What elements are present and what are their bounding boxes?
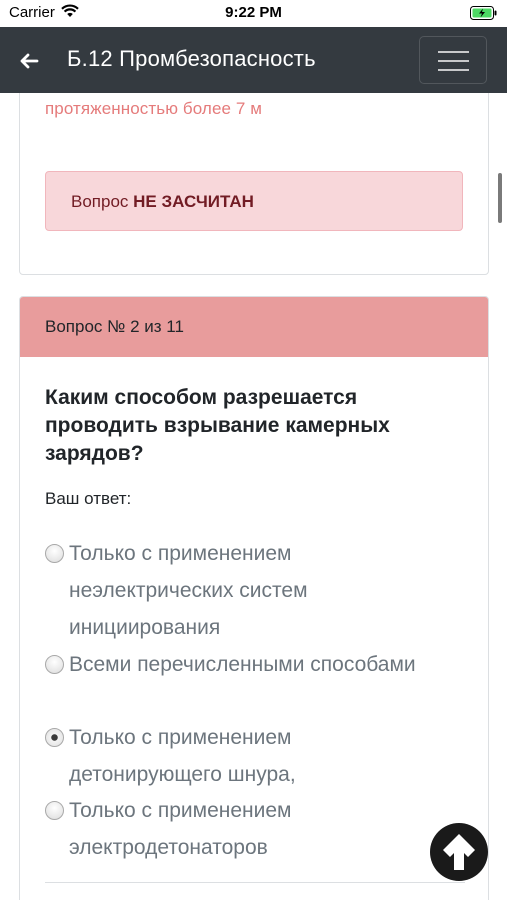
page-title: Б.12 Промбезопасность bbox=[67, 46, 316, 71]
divider bbox=[45, 882, 465, 883]
previous-answer-text: протяженностью более 7 м bbox=[45, 99, 263, 118]
result-alert: Вопрос НЕ ЗАСЧИТАН bbox=[45, 171, 463, 231]
radio-button[interactable] bbox=[45, 655, 64, 674]
radio-button[interactable] bbox=[45, 544, 64, 563]
scroll-to-top-button[interactable] bbox=[430, 823, 488, 881]
back-button[interactable] bbox=[14, 46, 44, 76]
question-card: Вопрос № 2 из 11 Каким способом разрешае… bbox=[19, 296, 489, 900]
previous-question-card: протяженностью более 7 м Вопрос НЕ ЗАСЧИ… bbox=[19, 93, 489, 275]
result-alert-text: Вопрос НЕ ЗАСЧИТАН bbox=[71, 192, 254, 211]
answer-option-label: Только с применением электродетонаторов bbox=[69, 799, 292, 859]
radio-button-selected[interactable] bbox=[45, 728, 64, 747]
clock: 9:22 PM bbox=[225, 4, 282, 21]
content-scroll[interactable]: протяженностью более 7 м Вопрос НЕ ЗАСЧИ… bbox=[0, 93, 507, 900]
question-text: Каким способом разрешается проводить взр… bbox=[45, 386, 390, 465]
scrollbar[interactable] bbox=[498, 173, 502, 223]
battery-charging-icon bbox=[470, 6, 498, 25]
your-answer-label: Ваш ответ: bbox=[45, 489, 132, 508]
result-status: НЕ ЗАСЧИТАН bbox=[133, 192, 254, 211]
status-bar: Carrier 9:22 PM bbox=[0, 0, 507, 27]
radio-button[interactable] bbox=[45, 801, 64, 820]
question-number: Вопрос № 2 из 11 bbox=[45, 317, 184, 336]
question-card-header: Вопрос № 2 из 11 bbox=[20, 297, 488, 357]
answer-option-label: Только с применением детонирующего шнура… bbox=[69, 726, 296, 786]
menu-button[interactable] bbox=[419, 36, 487, 84]
arrow-up-icon bbox=[443, 834, 475, 870]
answer-option-label: Всеми перечисленными способами bbox=[69, 653, 416, 676]
answer-option-label: Только с применением неэлектрических сис… bbox=[69, 542, 308, 639]
arrow-left-icon bbox=[20, 53, 39, 69]
navbar: Б.12 Промбезопасность bbox=[0, 27, 507, 93]
